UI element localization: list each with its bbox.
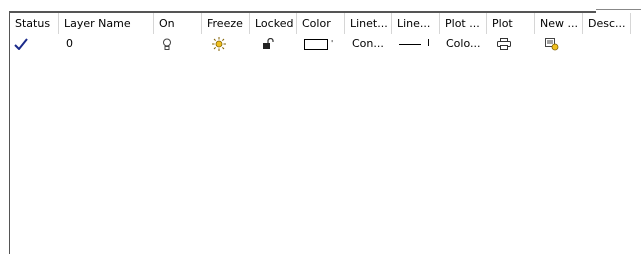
printer-icon	[497, 38, 511, 50]
column-header-status[interactable]: Status	[10, 13, 59, 34]
status-cell[interactable]	[10, 34, 59, 54]
current-layer-checkmark-icon	[14, 38, 28, 50]
column-header-lineweight[interactable]: Line...	[392, 13, 440, 34]
lineweight-fragment: I	[427, 38, 430, 49]
column-header-plot-style[interactable]: Plot ...	[440, 13, 487, 34]
layer-row[interactable]: 0 ' Con... I Colo...	[10, 34, 641, 54]
column-header-new-vp-freeze[interactable]: New ...	[535, 13, 583, 34]
column-header-color[interactable]: Color	[297, 13, 345, 34]
lineweight-sample	[399, 43, 421, 45]
color-swatch	[304, 38, 328, 50]
color-name-fragment: '	[331, 39, 334, 48]
new-vp-freeze-cell[interactable]	[535, 34, 583, 54]
lightbulb-on-icon	[163, 38, 171, 50]
column-header-linetype[interactable]: Linet...	[345, 13, 392, 34]
column-header-on[interactable]: On	[154, 13, 202, 34]
linetype-cell[interactable]: Con...	[345, 34, 392, 54]
panel-top-border-right	[596, 9, 641, 10]
padlock-unlocked-icon	[263, 38, 274, 49]
lineweight-cell[interactable]: I	[392, 34, 440, 54]
column-header-freeze[interactable]: Freeze	[202, 13, 250, 34]
column-header-description[interactable]: Desc...	[583, 13, 631, 34]
column-header-plot[interactable]: Plot	[487, 13, 535, 34]
sun-thawed-icon	[212, 37, 226, 51]
plot-cell[interactable]	[487, 34, 535, 54]
layer-name-cell[interactable]: 0	[59, 34, 154, 54]
freeze-cell[interactable]	[202, 34, 250, 54]
layer-table-header: Status Layer Name On Freeze Locked Color…	[10, 13, 641, 34]
plot-style-cell[interactable]: Colo...	[440, 34, 487, 54]
new-viewport-freeze-icon	[545, 37, 559, 50]
color-cell[interactable]: '	[297, 34, 345, 54]
column-header-layer-name[interactable]: Layer Name	[59, 13, 154, 34]
locked-cell[interactable]	[250, 34, 297, 54]
on-cell[interactable]	[154, 34, 202, 54]
column-header-locked[interactable]: Locked	[250, 13, 297, 34]
